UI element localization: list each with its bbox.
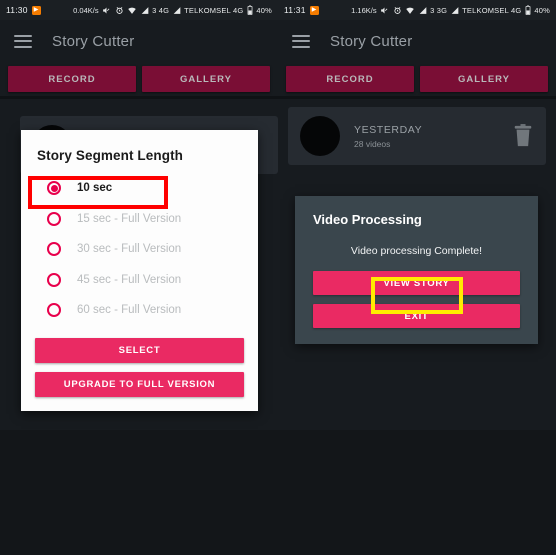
status-time: 11:30 <box>6 5 28 15</box>
select-button[interactable]: SELECT <box>35 337 244 363</box>
radio-option-60sec[interactable]: 60 sec - Full Version <box>21 295 258 326</box>
left-phone-pane: 11:30 ▶ 0.04K/s 3 4G TELKOMSEL 4G 40% St… <box>0 0 278 430</box>
app-title: Story Cutter <box>52 32 135 50</box>
trash-icon[interactable] <box>512 124 534 148</box>
signal-icon <box>141 6 149 15</box>
dialog-message: Video processing Complete! <box>350 245 483 257</box>
status-bar-right-group: 1.16K/s 3 3G TELKOMSEL 4G 40% <box>351 5 550 15</box>
signal-icon-2 <box>173 6 181 15</box>
app-title: Story Cutter <box>330 32 413 50</box>
status-bar-right-group: 0.04K/s 3 4G TELKOMSEL 4G 40% <box>73 5 272 15</box>
status-bar-left: 11:30 ▶ 0.04K/s 3 4G TELKOMSEL 4G 40% <box>0 0 278 20</box>
dialog-title: Story Segment Length <box>37 148 184 163</box>
battery-icon <box>525 5 531 15</box>
video-processing-dialog: Video Processing Video processing Comple… <box>295 196 538 344</box>
signal-icon-2 <box>451 6 459 15</box>
radio-option-label: 30 sec - Full Version <box>77 243 182 256</box>
video-list-item[interactable]: YESTERDAY 28 videos <box>288 107 546 165</box>
right-phone-pane: 11:31 ▶ 1.16K/s 3 3G TELKOMSEL 4G 40% St… <box>278 0 556 430</box>
net-speed-label: 0.04K/s <box>73 5 99 15</box>
network-type-label: 3 4G <box>152 5 170 15</box>
screenshot-root: 11:30 ▶ 0.04K/s 3 4G TELKOMSEL 4G 40% St… <box>0 0 556 555</box>
status-time: 11:31 <box>284 5 306 15</box>
status-bar-left-group: 11:30 ▶ <box>6 5 41 15</box>
alarm-icon <box>115 6 124 15</box>
alarm-icon <box>393 6 402 15</box>
dialog-title: Video Processing <box>313 212 422 227</box>
tab-row-right: RECORD GALLERY <box>278 62 556 92</box>
radio-option-10sec[interactable]: 10 sec <box>21 173 258 204</box>
mute-icon <box>102 6 111 15</box>
app-bar-right: Story Cutter <box>278 20 556 62</box>
radio-button-icon <box>47 303 61 318</box>
carrier-label: TELKOMSEL 4G <box>184 5 244 15</box>
upgrade-to-full-version-button[interactable]: UPGRADE TO FULL VERSION <box>35 371 244 397</box>
video-list-subtitle: 28 videos <box>354 138 391 149</box>
tab-row-left: RECORD GALLERY <box>0 62 278 92</box>
radio-option-15sec[interactable]: 15 sec - Full Version <box>21 204 258 235</box>
carrier-label: TELKOMSEL 4G <box>462 5 522 15</box>
tab-record[interactable]: RECORD <box>286 66 414 92</box>
tab-gallery[interactable]: GALLERY <box>142 66 270 92</box>
tab-record[interactable]: RECORD <box>8 66 136 92</box>
dialog-actions: SELECT UPGRADE TO FULL VERSION <box>21 326 258 397</box>
radio-button-icon <box>47 181 61 196</box>
video-list-title: YESTERDAY <box>354 123 423 136</box>
radio-option-30sec[interactable]: 30 sec - Full Version <box>21 234 258 265</box>
radio-option-label: 45 sec - Full Version <box>77 273 182 286</box>
story-segment-length-dialog: Story Segment Length 10 sec 15 sec - Ful… <box>21 130 258 411</box>
radio-button-icon <box>47 272 61 287</box>
view-story-button[interactable]: VIEW STORY <box>313 271 520 295</box>
tab-underline <box>278 96 556 99</box>
status-bar-right: 11:31 ▶ 1.16K/s 3 3G TELKOMSEL 4G 40% <box>278 0 556 20</box>
signal-icon <box>419 6 427 15</box>
radio-option-label: 60 sec - Full Version <box>77 304 182 317</box>
video-list-text: YESTERDAY 28 videos <box>354 124 512 149</box>
hamburger-menu-icon[interactable] <box>14 34 32 48</box>
radio-button-icon <box>47 211 61 226</box>
video-thumbnail <box>300 116 340 156</box>
radio-option-45sec[interactable]: 45 sec - Full Version <box>21 265 258 296</box>
app-notification-icon: ▶ <box>31 5 41 15</box>
exit-button[interactable]: EXIT <box>313 304 520 328</box>
wifi-icon <box>127 6 137 15</box>
battery-label: 40% <box>534 5 550 15</box>
net-speed-label: 1.16K/s <box>351 5 377 15</box>
hamburger-menu-icon[interactable] <box>292 34 310 48</box>
dialog-actions: VIEW STORY EXIT <box>295 257 538 328</box>
battery-label: 40% <box>256 5 272 15</box>
radio-option-label: 10 sec <box>77 182 113 195</box>
app-bar-left: Story Cutter <box>0 20 278 62</box>
radio-button-icon <box>47 242 61 257</box>
tab-gallery[interactable]: GALLERY <box>420 66 548 92</box>
segment-length-radio-group: 10 sec 15 sec - Full Version 30 sec - Fu… <box>21 167 258 326</box>
battery-icon <box>247 5 253 15</box>
mute-icon <box>380 6 389 15</box>
wifi-icon <box>405 6 415 15</box>
app-notification-icon: ▶ <box>309 5 319 15</box>
network-type-label: 3 3G <box>430 5 448 15</box>
status-bar-left-group: 11:31 ▶ <box>284 5 319 15</box>
radio-option-label: 15 sec - Full Version <box>77 212 182 225</box>
tab-underline <box>0 96 278 99</box>
